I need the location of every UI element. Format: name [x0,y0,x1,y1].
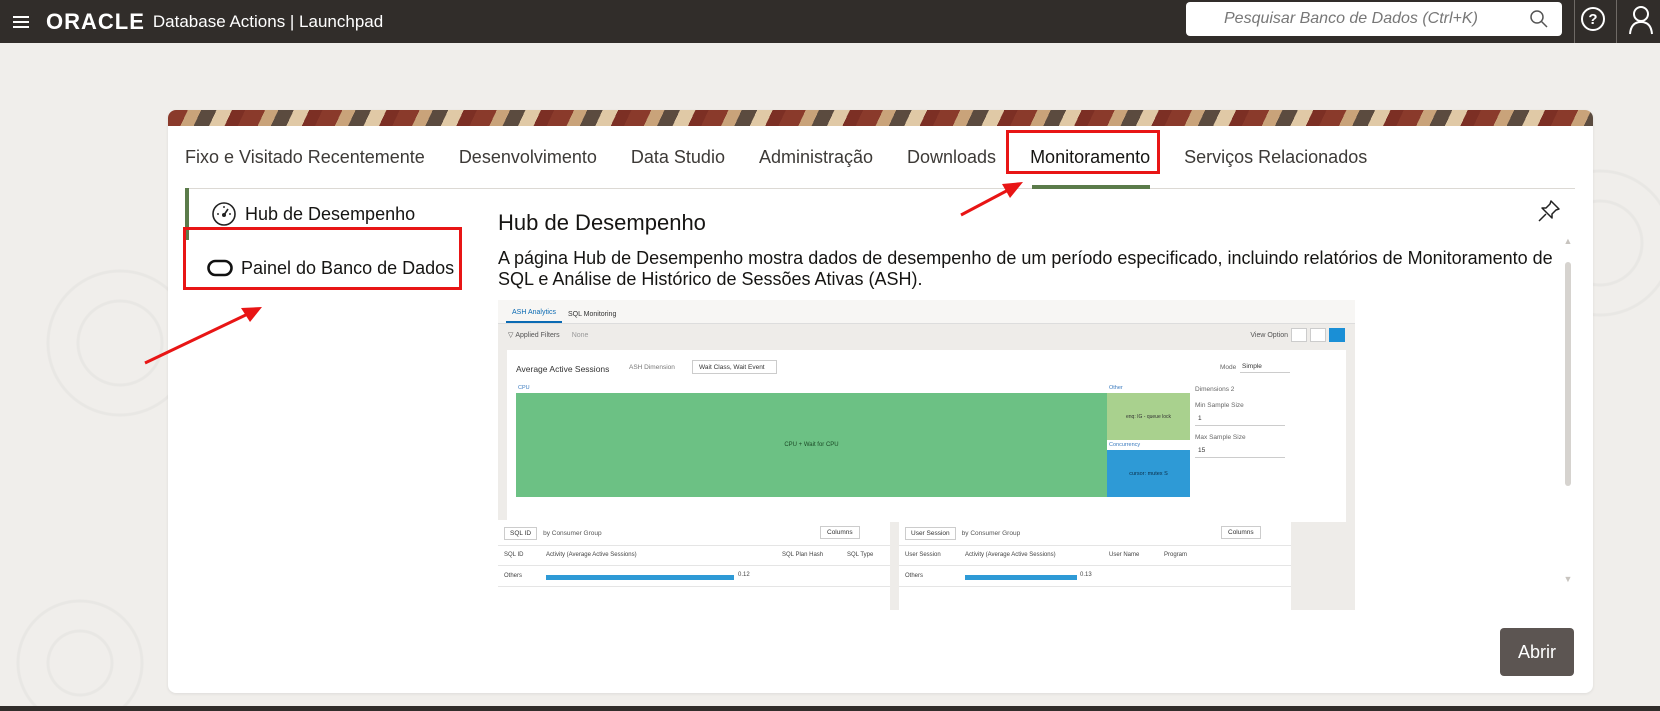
oracle-logo: ORACLE [46,8,145,34]
preview-session-by: by Consumer Group [961,529,1021,537]
toolbar-divider [1616,0,1617,43]
preview-tab-ash: ASH Analytics [506,309,562,323]
divider [498,545,890,546]
category-tabs: Fixo e Visitado Recentemente Desenvolvim… [185,126,1575,189]
scroll-up-icon[interactable]: ▲ [1563,236,1573,246]
divider [899,586,1291,587]
preview-tabs: ASH Analytics SQL Monitoring [498,300,1355,324]
content-title: Hub de Desempenho [498,210,706,235]
col-header: User Session [905,552,941,558]
tab-fixo-recentes[interactable]: Fixo e Visitado Recentemente [185,126,442,188]
treemap-cell-cpu: CPU + Wait for CPU [516,393,1107,497]
preview-sql-by: by Consumer Group [543,529,602,537]
tab-servicos-relacionados[interactable]: Serviços Relacionados [1167,126,1384,188]
top-navigation-bar: ORACLE Database Actions | Launchpad ? [0,0,1660,43]
content-description: A página Hub de Desempenho mostra dados … [498,248,1553,289]
help-icon[interactable]: ? [1581,7,1605,31]
view-treemap-icon [1329,328,1345,342]
app-title: Database Actions | Launchpad [152,11,384,31]
col-header: Activity (Average Active Sessions) [965,552,1056,558]
search-icon[interactable] [1522,2,1556,36]
row-label: Others [504,573,523,579]
preview-filter-bar: ▽ Applied Filters None View Option [498,324,1355,346]
preview-image: ASH Analytics SQL Monitoring ▽ Applied F… [498,300,1355,610]
preview-view-option: View Option [1250,328,1345,342]
preview-session-table: User Session by Consumer Group Columns U… [899,520,1291,610]
col-header: Program [1164,552,1188,558]
col-header: User Name [1109,552,1140,558]
launchpad-card: Fixo e Visitado Recentemente Desenvolvim… [168,110,1593,693]
left-item-painel-banco-dados[interactable]: Painel do Banco de Dados [185,242,475,294]
divider [899,545,1291,546]
preview-mode-select: Simple [1240,361,1290,373]
preview-session-columns-button: Columns [1221,526,1261,539]
col-header: SQL Type [847,552,874,558]
row-value: 0.13 [1080,572,1092,578]
col-header: SQL ID [504,552,524,558]
preview-max-sample-label: Max Sample Size [1195,434,1246,441]
search-input[interactable] [1186,2,1522,36]
divider [498,586,890,587]
tab-administracao[interactable]: Administração [742,126,890,188]
preview-dimension-select: Wait Class, Wait Event [692,360,777,374]
tab-downloads[interactable]: Downloads [890,126,1013,188]
toolbar-divider [1574,0,1575,43]
preview-applied-filters: Applied Filters [515,331,560,339]
treemap-cell-other: enq: IG - queue lock [1107,393,1190,440]
preview-session-select: User Session [905,526,956,540]
activity-bar [546,575,734,580]
divider [899,565,1291,566]
activity-bar [965,575,1077,580]
left-item-label: Painel do Banco de Dados [241,257,455,278]
view-area-icon [1310,328,1326,342]
preview-session-table-header: User Session by Consumer Group [905,526,1020,540]
hamburger-menu-icon[interactable] [6,7,36,37]
search-box[interactable] [1186,2,1562,36]
tab-data-studio[interactable]: Data Studio [614,126,742,188]
preview-dimensions-label: Dimensions 2 [1195,386,1235,393]
oval-icon [207,255,233,281]
preview-min-sample-input: 1 [1195,412,1285,426]
filter-icon: ▽ [508,332,516,339]
preview-sql-table-header: SQL ID by Consumer Group [504,526,602,540]
preview-mode-label: Mode [1220,364,1237,371]
col-header: SQL Plan Hash [782,552,824,558]
preview-sql-select: SQL ID [504,526,538,540]
preview-dimension-label: ASH Dimension [629,364,675,371]
preview-sql-columns-button: Columns [820,526,860,539]
divider [498,565,890,566]
preview-view-option-label: View Option [1250,331,1288,339]
treemap-group-cpu: CPU [518,385,530,391]
card-banner [168,110,1593,126]
preview-aas-panel: Average Active Sessions ASH Dimension Wa… [507,350,1346,522]
open-button[interactable]: Abrir [1500,628,1574,676]
scroll-down-icon[interactable]: ▼ [1563,574,1573,584]
left-item-label: Hub de Desempenho [245,203,416,224]
preview-tab-sql-monitoring: SQL Monitoring [567,311,617,318]
user-icon[interactable] [1628,5,1654,35]
preview-min-sample-label: Min Sample Size [1195,402,1244,409]
gauge-icon [211,201,237,227]
row-value: 0.12 [738,572,750,578]
row-label: Others [905,573,924,579]
col-header: Activity (Average Active Sessions) [546,552,637,558]
treemap-group-concurrency: Concurrency [1109,442,1141,448]
tab-desenvolvimento[interactable]: Desenvolvimento [442,126,614,188]
bottom-strip [0,706,1660,711]
treemap-group-other: Other [1109,385,1123,391]
preview-sql-table: SQL ID by Consumer Group Columns SQL ID … [498,520,890,610]
view-chart-icon [1291,328,1307,342]
preview-panel-title: Average Active Sessions [516,364,610,374]
left-item-hub-desempenho[interactable]: Hub de Desempenho [185,188,475,240]
tab-monitoramento[interactable]: Monitoramento [1013,126,1167,189]
treemap-cell-concurrency: cursor: mutex S [1107,450,1190,497]
preview-max-sample-input: 15 [1195,444,1285,458]
preview-filters-value: None [571,331,589,339]
pin-icon[interactable] [1536,198,1562,224]
scrollbar-thumb[interactable] [1565,262,1571,486]
